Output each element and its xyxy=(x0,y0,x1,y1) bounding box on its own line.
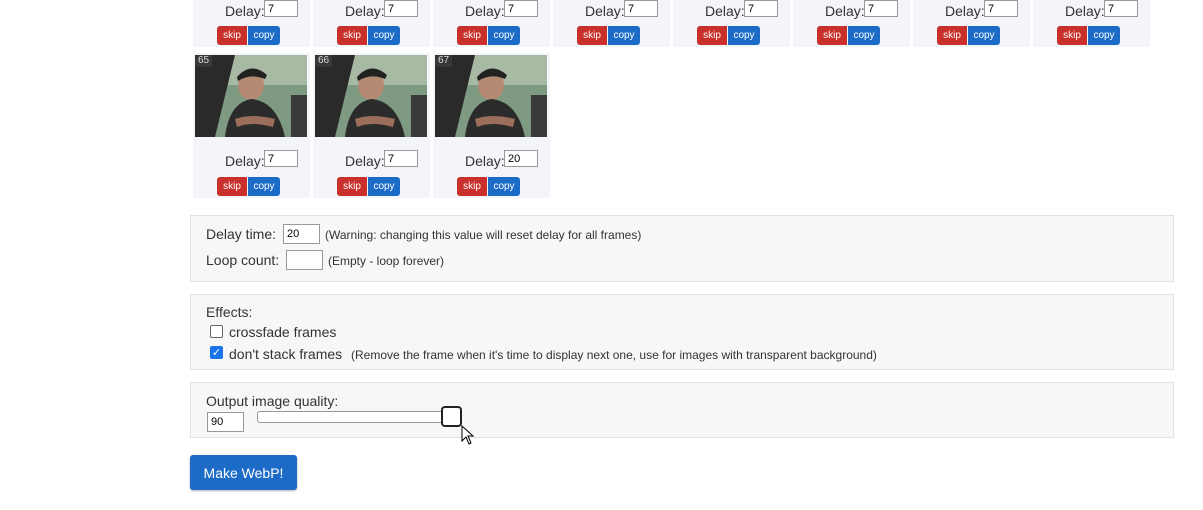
copy-button[interactable]: copy xyxy=(248,26,280,45)
frame-delay-input[interactable] xyxy=(264,0,298,17)
frame-delay-input[interactable] xyxy=(984,0,1018,17)
frame-delay-input[interactable] xyxy=(264,150,298,167)
frame-image xyxy=(315,55,427,137)
delay-label: Delay: xyxy=(945,3,985,19)
loop-count-input[interactable] xyxy=(286,250,323,270)
frame-card: 67 Delay: skip copy xyxy=(433,53,550,198)
frame-delay-input[interactable] xyxy=(864,0,898,17)
frame-card: Delay: skip copy xyxy=(1033,0,1150,47)
skip-button[interactable]: skip xyxy=(217,26,247,45)
crossfade-label: crossfade frames xyxy=(229,324,337,340)
delay-label: Delay: xyxy=(465,3,505,19)
delay-label: Delay: xyxy=(1065,3,1105,19)
delay-label: Delay: xyxy=(345,3,385,19)
frame-card: Delay: skip copy xyxy=(673,0,790,47)
copy-button[interactable]: copy xyxy=(968,26,1000,45)
make-webp-button[interactable]: Make WebP! xyxy=(190,455,297,490)
frame-number: 65 xyxy=(195,55,213,67)
timing-panel: Delay time: (Warning: changing this valu… xyxy=(190,215,1174,282)
copy-button[interactable]: copy xyxy=(848,26,880,45)
frame-delay-input[interactable] xyxy=(1104,0,1138,17)
skip-button[interactable]: skip xyxy=(817,26,847,45)
copy-button[interactable]: copy xyxy=(1088,26,1120,45)
loop-count-note: (Empty - loop forever) xyxy=(328,254,445,268)
skip-button[interactable]: skip xyxy=(217,177,247,196)
copy-button[interactable]: copy xyxy=(488,26,520,45)
quality-slider[interactable] xyxy=(257,411,453,423)
skip-button[interactable]: skip xyxy=(1057,26,1087,45)
delay-label: Delay: xyxy=(825,3,865,19)
delay-label: Delay: xyxy=(705,3,745,19)
dont-stack-label: don't stack frames xyxy=(229,346,343,362)
frame-card: 65 Delay: skip copy xyxy=(193,53,310,198)
copy-button[interactable]: copy xyxy=(248,177,280,196)
quality-slider-handle[interactable] xyxy=(441,406,462,427)
copy-button[interactable]: copy xyxy=(368,26,400,45)
skip-button[interactable]: skip xyxy=(697,26,727,45)
skip-button[interactable]: skip xyxy=(457,177,487,196)
delay-label: Delay: xyxy=(225,3,265,19)
delay-time-note: (Warning: changing this value will reset… xyxy=(325,228,642,242)
copy-button[interactable]: copy xyxy=(368,177,400,196)
delay-label: Delay: xyxy=(585,3,625,19)
skip-button[interactable]: skip xyxy=(337,26,367,45)
frame-thumbnail: 66 xyxy=(315,55,427,137)
skip-button[interactable]: skip xyxy=(937,26,967,45)
effects-title: Effects: xyxy=(206,304,253,320)
frame-delay-input[interactable] xyxy=(504,0,538,17)
delay-label: Delay: xyxy=(225,153,265,169)
quality-panel: Output image quality: xyxy=(190,382,1174,445)
frame-image xyxy=(435,55,547,137)
frame-number: 67 xyxy=(435,55,453,67)
quality-input[interactable] xyxy=(207,412,244,432)
frame-delay-input[interactable] xyxy=(384,150,418,167)
frame-number: 66 xyxy=(315,55,333,67)
frame-card: Delay: skip copy xyxy=(433,0,550,47)
delay-time-input[interactable] xyxy=(283,224,320,244)
frame-card: Delay: skip copy xyxy=(193,0,310,47)
delay-label: Delay: xyxy=(345,153,385,169)
skip-button[interactable]: skip xyxy=(337,177,367,196)
skip-button[interactable]: skip xyxy=(577,26,607,45)
mouse-cursor-icon xyxy=(461,425,475,445)
frame-thumbnail: 67 xyxy=(435,55,547,137)
frame-image xyxy=(195,55,307,137)
frame-delay-input[interactable] xyxy=(624,0,658,17)
frame-card: Delay: skip copy xyxy=(913,0,1030,47)
copy-button[interactable]: copy xyxy=(608,26,640,45)
dont-stack-checkbox[interactable]: ✓ xyxy=(210,346,223,359)
copy-button[interactable]: copy xyxy=(728,26,760,45)
delay-label: Delay: xyxy=(465,153,505,169)
quality-label: Output image quality: xyxy=(206,393,339,409)
frame-delay-input[interactable] xyxy=(504,150,538,167)
copy-button[interactable]: copy xyxy=(488,177,520,196)
crossfade-checkbox[interactable] xyxy=(210,325,223,338)
frame-card: Delay: skip copy xyxy=(313,0,430,47)
frame-delay-input[interactable] xyxy=(744,0,778,17)
frame-delay-input[interactable] xyxy=(384,0,418,17)
frame-card: Delay: skip copy xyxy=(793,0,910,47)
frame-thumbnail: 65 xyxy=(195,55,307,137)
delay-time-label: Delay time: xyxy=(206,226,277,242)
dont-stack-note: (Remove the frame when it's time to disp… xyxy=(351,348,877,362)
skip-button[interactable]: skip xyxy=(457,26,487,45)
effects-panel: Effects: crossfade frames ✓ don't stack … xyxy=(190,294,1174,370)
frame-card: Delay: skip copy xyxy=(553,0,670,47)
frame-card: 66 Delay: skip copy xyxy=(313,53,430,198)
loop-count-label: Loop count: xyxy=(206,252,280,268)
